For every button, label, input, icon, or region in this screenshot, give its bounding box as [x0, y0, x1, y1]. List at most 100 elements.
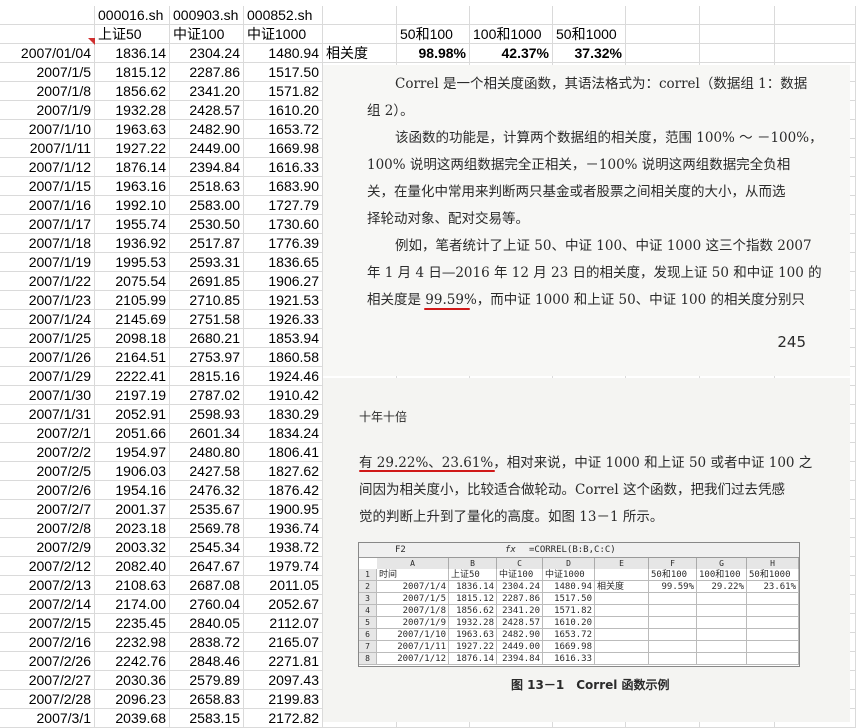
value-cell[interactable]: 2449.00: [170, 139, 244, 158]
date-cell[interactable]: 2007/3/1: [0, 709, 95, 728]
value-cell[interactable]: 1860.58: [244, 348, 323, 367]
value-cell[interactable]: 2518.63: [170, 177, 244, 196]
column-header-zz1000[interactable]: 中证1000: [244, 25, 323, 44]
date-cell[interactable]: 2007/1/23: [0, 291, 95, 310]
value-cell[interactable]: 2052.67: [244, 595, 323, 614]
value-cell[interactable]: 2304.24: [170, 44, 244, 63]
date-cell[interactable]: 2007/1/18: [0, 234, 95, 253]
value-cell[interactable]: 1954.97: [95, 443, 170, 462]
column-header-sz50[interactable]: 上证50: [95, 25, 170, 44]
cell[interactable]: 000903.sh: [170, 6, 244, 25]
cell[interactable]: [700, 25, 775, 44]
date-cell[interactable]: 2007/2/2: [0, 443, 95, 462]
value-cell[interactable]: 1921.53: [244, 291, 323, 310]
value-cell[interactable]: 2760.04: [170, 595, 244, 614]
value-cell[interactable]: 2287.86: [170, 63, 244, 82]
value-cell[interactable]: 1806.41: [244, 443, 323, 462]
value-cell[interactable]: 1827.62: [244, 462, 323, 481]
value-cell[interactable]: 2751.58: [170, 310, 244, 329]
cell[interactable]: [775, 6, 856, 25]
date-cell[interactable]: 2007/1/12: [0, 158, 95, 177]
value-cell[interactable]: 1926.33: [244, 310, 323, 329]
value-cell[interactable]: 2787.02: [170, 386, 244, 405]
value-cell[interactable]: 2082.40: [95, 557, 170, 576]
value-cell[interactable]: 2569.78: [170, 519, 244, 538]
value-cell[interactable]: 2052.91: [95, 405, 170, 424]
value-cell[interactable]: 2687.08: [170, 576, 244, 595]
value-cell[interactable]: 2427.58: [170, 462, 244, 481]
value-cell[interactable]: 2598.93: [170, 405, 244, 424]
value-cell[interactable]: 2838.72: [170, 633, 244, 652]
date-cell[interactable]: 2007/1/24: [0, 310, 95, 329]
value-cell[interactable]: 2482.90: [170, 120, 244, 139]
value-cell[interactable]: 2098.18: [95, 329, 170, 348]
value-cell[interactable]: 2222.41: [95, 367, 170, 386]
value-cell[interactable]: 1836.65: [244, 253, 323, 272]
value-cell[interactable]: 2172.82: [244, 709, 323, 728]
value-cell[interactable]: 1834.24: [244, 424, 323, 443]
date-cell[interactable]: 2007/2/1: [0, 424, 95, 443]
date-cell[interactable]: 2007/1/29: [0, 367, 95, 386]
value-cell[interactable]: 1954.16: [95, 481, 170, 500]
value-cell[interactable]: 2039.68: [95, 709, 170, 728]
value-cell[interactable]: 1979.74: [244, 557, 323, 576]
column-header-50-1000[interactable]: 50和1000: [553, 25, 626, 44]
date-cell[interactable]: 2007/1/19: [0, 253, 95, 272]
date-cell[interactable]: 2007/2/26: [0, 652, 95, 671]
value-cell[interactable]: 2601.34: [170, 424, 244, 443]
cell[interactable]: [553, 6, 626, 25]
value-cell[interactable]: 2341.20: [170, 82, 244, 101]
date-cell[interactable]: 2007/1/22: [0, 272, 95, 291]
value-cell[interactable]: 1876.14: [95, 158, 170, 177]
date-cell[interactable]: 2007/1/11: [0, 139, 95, 158]
value-cell[interactable]: 2199.83: [244, 690, 323, 709]
date-cell[interactable]: 2007/1/31: [0, 405, 95, 424]
value-cell[interactable]: 1856.62: [95, 82, 170, 101]
value-cell[interactable]: 1955.74: [95, 215, 170, 234]
value-cell[interactable]: 2476.32: [170, 481, 244, 500]
value-cell[interactable]: 2517.87: [170, 234, 244, 253]
cell[interactable]: [0, 25, 95, 44]
value-cell[interactable]: 1992.10: [95, 196, 170, 215]
date-cell[interactable]: 2007/2/6: [0, 481, 95, 500]
date-cell[interactable]: 2007/1/26: [0, 348, 95, 367]
date-cell[interactable]: 2007/1/16: [0, 196, 95, 215]
date-cell[interactable]: 2007/2/5: [0, 462, 95, 481]
value-cell[interactable]: 2075.54: [95, 272, 170, 291]
value-cell[interactable]: 1924.46: [244, 367, 323, 386]
date-cell[interactable]: 2007/2/13: [0, 576, 95, 595]
value-cell[interactable]: 1836.14: [95, 44, 170, 63]
value-cell[interactable]: 2165.07: [244, 633, 323, 652]
value-cell[interactable]: 1936.74: [244, 519, 323, 538]
value-cell[interactable]: 2001.37: [95, 500, 170, 519]
column-header-zz100[interactable]: 中证100: [170, 25, 244, 44]
value-cell[interactable]: 2710.85: [170, 291, 244, 310]
value-cell[interactable]: 1610.20: [244, 101, 323, 120]
value-cell[interactable]: 2232.98: [95, 633, 170, 652]
value-cell[interactable]: 2271.81: [244, 652, 323, 671]
date-cell[interactable]: 2007/2/16: [0, 633, 95, 652]
value-cell[interactable]: 2097.43: [244, 671, 323, 690]
value-cell[interactable]: 2242.76: [95, 652, 170, 671]
value-cell[interactable]: 2593.31: [170, 253, 244, 272]
value-cell[interactable]: 1517.50: [244, 63, 323, 82]
value-cell[interactable]: 2394.84: [170, 158, 244, 177]
date-cell[interactable]: 2007/1/9: [0, 101, 95, 120]
value-cell[interactable]: 2174.00: [95, 595, 170, 614]
value-cell[interactable]: 1853.94: [244, 329, 323, 348]
value-cell[interactable]: 1730.60: [244, 215, 323, 234]
cell[interactable]: [775, 25, 856, 44]
column-header-100-1000[interactable]: 100和1000: [470, 25, 553, 44]
cell[interactable]: [470, 6, 553, 25]
value-cell[interactable]: 2003.32: [95, 538, 170, 557]
value-cell[interactable]: 2840.05: [170, 614, 244, 633]
value-cell[interactable]: 1727.79: [244, 196, 323, 215]
value-cell[interactable]: 1936.92: [95, 234, 170, 253]
cell[interactable]: 000852.sh: [244, 6, 323, 25]
value-cell[interactable]: 1776.39: [244, 234, 323, 253]
value-cell[interactable]: 1906.27: [244, 272, 323, 291]
cell[interactable]: [0, 6, 95, 25]
date-cell[interactable]: 2007/2/28: [0, 690, 95, 709]
value-cell[interactable]: 2145.69: [95, 310, 170, 329]
date-cell[interactable]: 2007/2/15: [0, 614, 95, 633]
